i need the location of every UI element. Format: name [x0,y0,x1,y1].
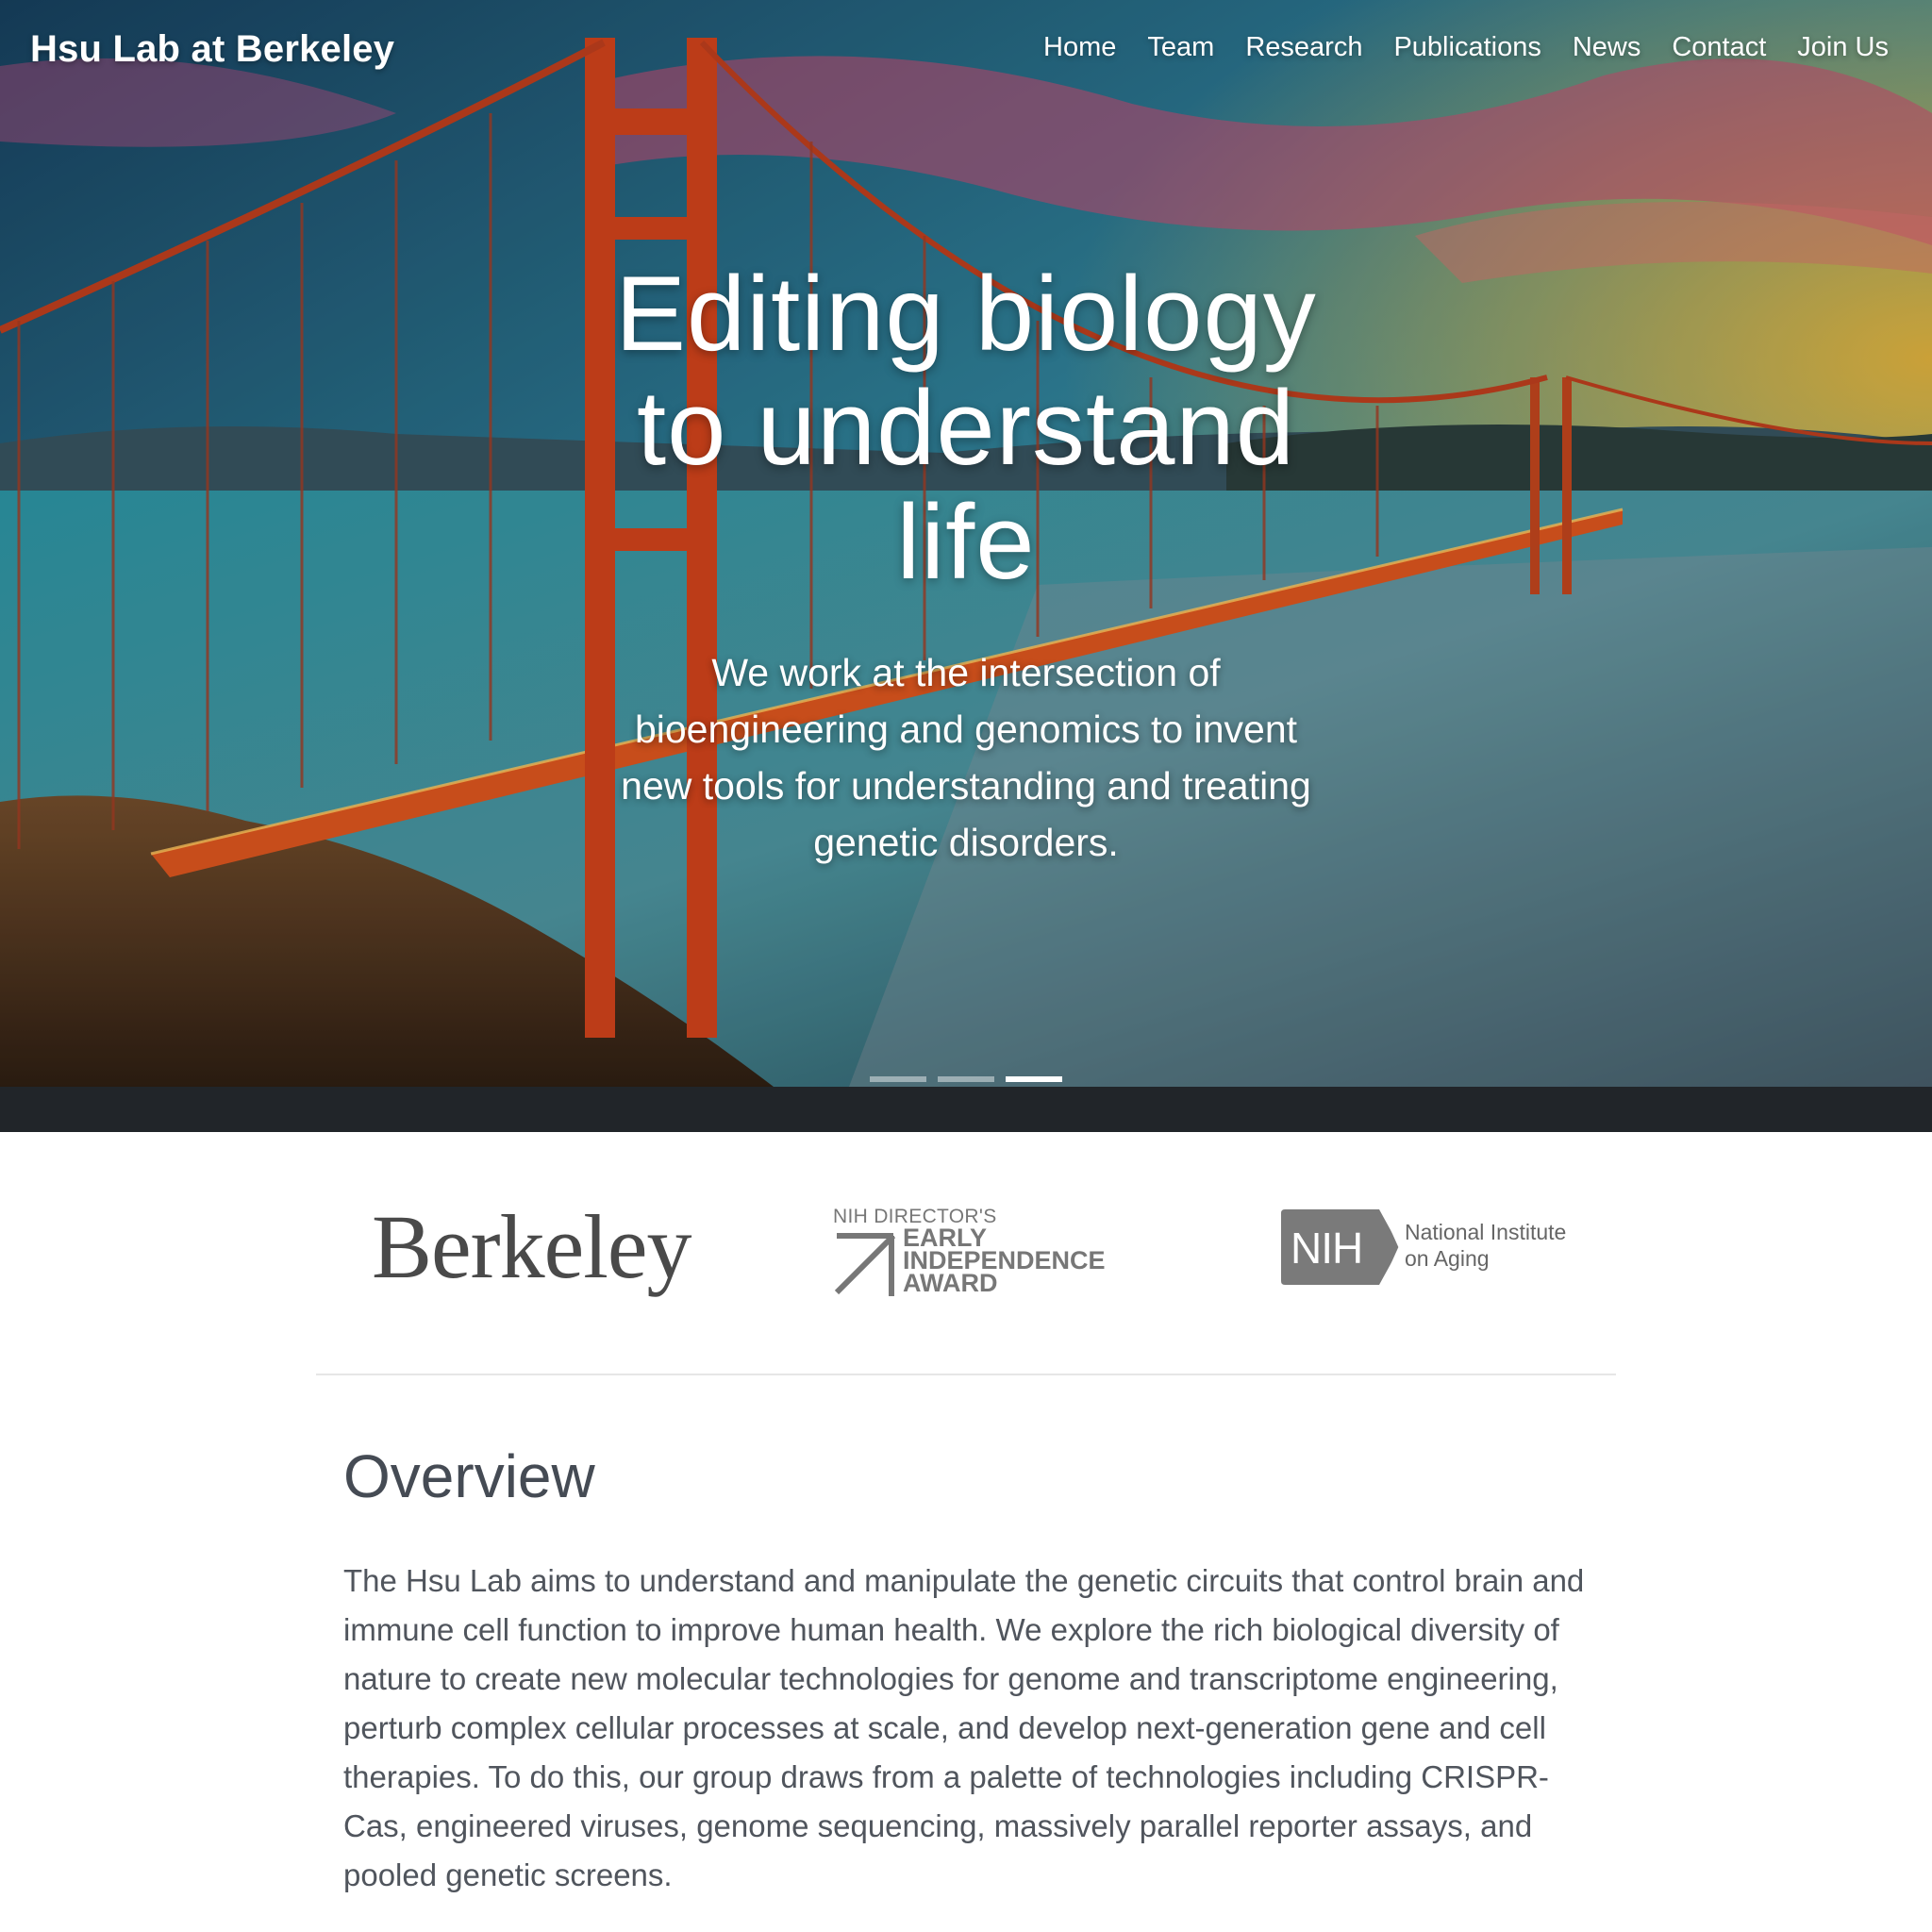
overview-paragraph: The Hsu Lab aims to understand and manip… [343,1563,1585,1892]
hero-title: Editing biology to understand life [615,255,1317,601]
section-divider [316,1374,1616,1375]
eia-line-award: AWARD [903,1269,998,1297]
nih-aging-logo: NIH National Institute on Aging [1281,1209,1583,1285]
nav-team[interactable]: Team [1147,32,1214,63]
nav-contact[interactable]: Contact [1672,32,1766,63]
nih-institute-name: National Institute on Aging [1405,1219,1566,1272]
main-nav: Home Team Research Publications News Con… [1043,32,1889,63]
arrow-icon [834,1233,896,1296]
carousel-indicator-2[interactable] [938,1076,994,1082]
nav-research[interactable]: Research [1245,32,1362,63]
carousel-indicator-3[interactable] [1006,1076,1062,1082]
overview-heading: Overview [343,1442,595,1510]
brand-logo-link[interactable]: Hsu Lab at Berkeley [30,28,394,71]
nih-line-1: National Institute [1405,1220,1567,1244]
hero-subtitle: We work at the intersection of bioengine… [621,651,1311,864]
nih-line-2: on Aging [1405,1246,1490,1271]
carousel-indicators [870,1076,1062,1082]
early-independence-award-logo: NIH DIRECTOR'S EARLY INDEPENDENCE AWARD [833,1206,1135,1300]
nih-badge-label: NIH [1291,1224,1363,1273]
hero-bottom-band [0,1087,1932,1132]
nav-news[interactable]: News [1573,32,1641,63]
hero-carousel: Hsu Lab at Berkeley Home Team Research P… [0,0,1932,1087]
carousel-indicator-1[interactable] [870,1076,926,1082]
nav-join-us[interactable]: Join Us [1797,32,1889,63]
berkeley-logo: Berkeley [372,1196,691,1297]
nav-home[interactable]: Home [1043,32,1116,63]
nav-publications[interactable]: Publications [1393,32,1541,63]
eia-lines: EARLY INDEPENDENCE AWARD [903,1225,1106,1297]
funder-logos: Berkeley NIH DIRECTOR'S EARLY INDEPENDEN… [0,1132,1932,1375]
navbar: Hsu Lab at Berkeley Home Team Research P… [0,0,1932,104]
